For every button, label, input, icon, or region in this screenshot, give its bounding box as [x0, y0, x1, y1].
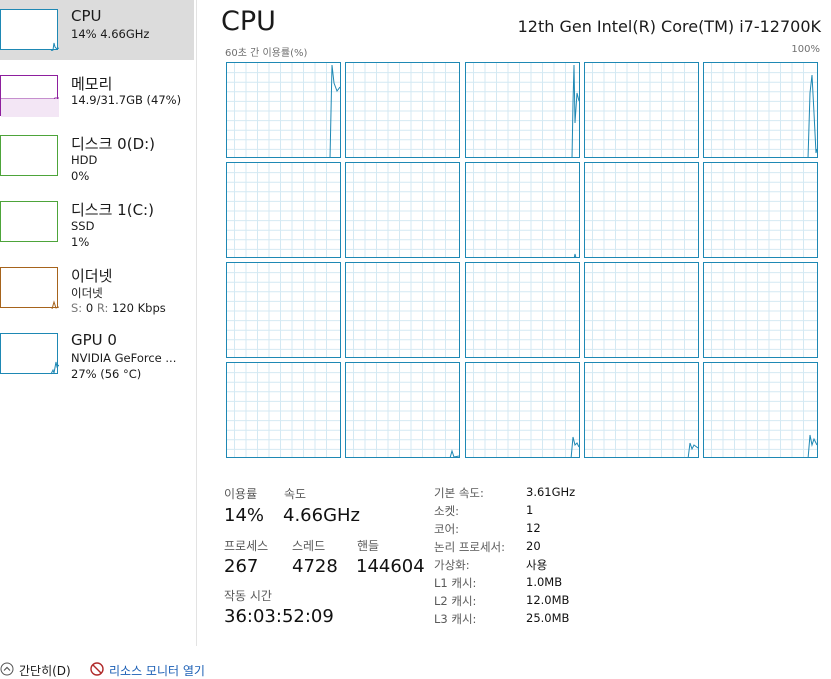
- logical-processor-graph: [583, 162, 699, 258]
- handles-label: 핸들: [357, 539, 380, 553]
- spec-value: 20: [526, 539, 541, 553]
- sidebar-item-type: 이더넷: [71, 286, 103, 300]
- spec-value: 사용: [526, 558, 548, 572]
- graph-axis-label: 60초 간 이용률(%): [225, 48, 308, 59]
- logical-processor-graph: [583, 262, 699, 358]
- disk-0-thumbnail-graph: [0, 135, 58, 176]
- logical-processor-graph: [464, 262, 580, 358]
- sidebar-item-gpu-0[interactable]: GPU 0 NVIDIA GeForce ... 27% (56 °C): [0, 324, 194, 384]
- spec-label: 가상화:: [434, 558, 470, 572]
- spec-label: 논리 프로세서:: [434, 540, 506, 554]
- receive-label: R:: [96, 301, 109, 315]
- logical-processor-graph: [345, 262, 461, 358]
- sidebar-item-cpu[interactable]: CPU 14% 4.66GHz: [0, 0, 194, 60]
- spec-label: 기본 속도:: [434, 486, 484, 500]
- collapse-label: 간단히(D): [19, 664, 71, 678]
- collapse-button[interactable]: 간단히(D): [0, 662, 71, 679]
- sidebar-item-ethernet[interactable]: 이더넷 이더넷 S: 0 R: 120 Kbps: [0, 258, 194, 318]
- spec-value: 1: [526, 503, 534, 517]
- sidebar-item-title: 디스크 0(D:): [71, 135, 156, 153]
- speed-label: 속도: [284, 487, 307, 501]
- cpu-thumbnail-graph: [0, 9, 59, 51]
- spec-label: 코어:: [434, 522, 460, 536]
- send-label: S:: [71, 301, 83, 315]
- processes-label: 프로세스: [224, 539, 269, 553]
- spec-label: L1 캐시:: [434, 576, 477, 590]
- threads-value: 4728: [292, 556, 338, 577]
- sidebar-item-detail: 14% 4.66GHz: [71, 27, 150, 41]
- gpu-thumbnail-graph: [0, 333, 59, 375]
- threads-label: 스레드: [292, 539, 326, 553]
- sidebar-item-title: 디스크 1(C:): [71, 201, 154, 219]
- sidebar-item-disk-0[interactable]: 디스크 0(D:) HDD 0%: [0, 126, 194, 186]
- logical-processor-graph: [464, 362, 580, 458]
- uptime-value: 36:03:52:09: [224, 606, 334, 627]
- spec-value: 25.0MB: [526, 611, 570, 625]
- logical-processor-graph: [464, 162, 580, 258]
- utilization-label: 이용률: [224, 487, 258, 501]
- send-value: 0: [85, 301, 94, 315]
- spec-value: 12: [526, 521, 541, 535]
- processes-value: 267: [224, 556, 259, 577]
- chevron-up-icon: [0, 662, 14, 679]
- spec-value: 3.61GHz: [526, 485, 576, 499]
- utilization-value: 14%: [224, 505, 265, 526]
- spec-label: L3 캐시:: [434, 612, 477, 626]
- logical-processor-graph: [226, 162, 341, 258]
- sidebar-item-detail: 14.9/31.7GB (47%): [71, 93, 182, 107]
- sidebar-item-detail: S: 0 R: 120 Kbps: [71, 301, 166, 315]
- sidebar: CPU 14% 4.66GHz 메모리 14.9/31.7GB (47%) 디스…: [0, 0, 194, 650]
- logical-processor-graph: [226, 62, 341, 158]
- spec-label: L2 캐시:: [434, 594, 477, 608]
- spec-value: 12.0MB: [526, 593, 570, 607]
- sidebar-item-type: SSD: [71, 219, 95, 233]
- resource-monitor-link[interactable]: 리소스 모니터 열기: [90, 662, 205, 679]
- sidebar-item-type: NVIDIA GeForce ...: [71, 351, 177, 365]
- graph-axis-max: 100%: [791, 44, 820, 55]
- logical-processor-graph: [226, 262, 341, 358]
- resource-monitor-label: 리소스 모니터 열기: [109, 664, 205, 678]
- logical-processor-graph: [345, 162, 461, 258]
- page-title: CPU: [221, 6, 276, 37]
- logical-processor-graph: [703, 62, 819, 158]
- logical-processor-graph: [583, 62, 699, 158]
- memory-thumbnail-graph: [0, 75, 59, 117]
- logical-processor-graph: [583, 362, 699, 458]
- logical-processor-graph: [703, 262, 819, 358]
- sidebar-item-type: HDD: [71, 153, 98, 167]
- sidebar-item-detail: 0%: [71, 169, 90, 183]
- sidebar-item-title: GPU 0: [71, 331, 117, 349]
- sidebar-item-disk-1[interactable]: 디스크 1(C:) SSD 1%: [0, 192, 194, 252]
- logical-processor-graph: [703, 362, 819, 458]
- sidebar-item-detail: 1%: [71, 235, 90, 249]
- disk-1-thumbnail-graph: [0, 201, 58, 242]
- cpu-model-name: 12th Gen Intel(R) Core(TM) i7-12700K: [517, 17, 821, 36]
- sidebar-item-title: 이더넷: [71, 267, 113, 285]
- sidebar-item-title: CPU: [71, 7, 102, 25]
- logical-processor-graph: [345, 362, 461, 458]
- sidebar-item-memory[interactable]: 메모리 14.9/31.7GB (47%): [0, 66, 194, 126]
- spec-label: 소켓:: [434, 504, 460, 518]
- speed-value: 4.66GHz: [283, 505, 361, 526]
- footer-bar: 간단히(D) 리소스 모니터 열기: [0, 660, 831, 678]
- resource-monitor-icon: [90, 662, 104, 679]
- sidebar-item-detail: 27% (56 °C): [71, 367, 142, 381]
- logical-processor-graph: [226, 362, 341, 458]
- logical-processor-graph: [345, 62, 461, 158]
- logical-processor-graph: [703, 162, 819, 258]
- sidebar-divider[interactable]: [196, 0, 197, 646]
- logical-processor-graph: [464, 62, 580, 158]
- uptime-label: 작동 시간: [224, 589, 272, 603]
- sidebar-item-title: 메모리: [71, 75, 113, 93]
- ethernet-thumbnail-graph: [0, 267, 59, 309]
- handles-value: 144604: [356, 556, 425, 577]
- receive-value: 120 Kbps: [112, 301, 166, 315]
- spec-value: 1.0MB: [526, 575, 563, 589]
